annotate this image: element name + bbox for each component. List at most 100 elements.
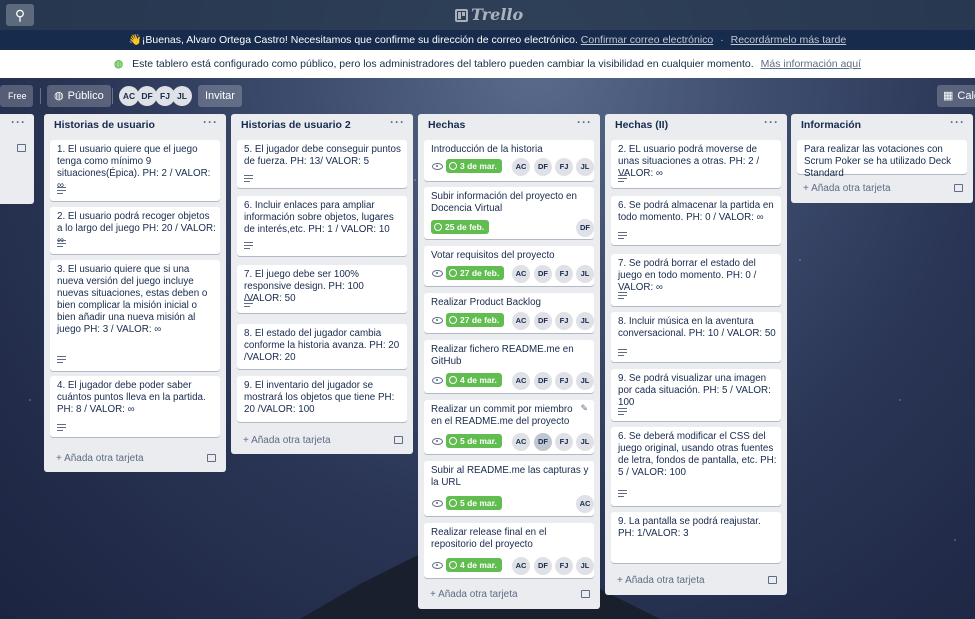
- card[interactable]: 3. El usuario quiere que si una nueva ve…: [50, 260, 220, 371]
- card[interactable]: 6. Se deberá modificar el CSS del juego …: [611, 427, 781, 506]
- list-header[interactable]: Hechas ···: [418, 114, 600, 136]
- card-member-avatar[interactable]: AC: [512, 312, 530, 330]
- card-member-avatar[interactable]: AC: [512, 158, 530, 176]
- card-member-avatar[interactable]: FJ: [555, 557, 573, 575]
- invite-button[interactable]: Invitar: [198, 85, 242, 107]
- card[interactable]: 7. Se podrá borrar el estado del juego e…: [611, 254, 781, 306]
- card-member-avatar[interactable]: JL: [576, 265, 594, 283]
- card-template-icon[interactable]: [17, 144, 26, 152]
- due-date-badge[interactable]: 3 de mar.: [446, 159, 502, 173]
- card[interactable]: Subir al README.me las capturas y la URL…: [424, 461, 594, 516]
- due-date-badge[interactable]: 27 de feb.: [446, 313, 505, 327]
- edit-pencil-icon[interactable]: ✎: [580, 403, 588, 414]
- due-date-badge[interactable]: 5 de mar.: [446, 434, 502, 448]
- card-member-avatar[interactable]: AC: [512, 557, 530, 575]
- card-member-avatar[interactable]: FJ: [555, 265, 573, 283]
- card[interactable]: 9. Se podrá visualizar una imagen por ca…: [611, 369, 781, 421]
- due-date-badge[interactable]: 25 de feb.: [431, 220, 490, 234]
- card[interactable]: 6. Se podrá almacenar la partida en todo…: [611, 196, 781, 245]
- card[interactable]: Subir información del proyecto en Docenc…: [424, 187, 594, 239]
- add-card-button[interactable]: + Añada otra tarjeta: [430, 589, 518, 600]
- card-member-avatar[interactable]: FJ: [555, 433, 573, 451]
- add-card-button[interactable]: + Añada otra tarjeta: [243, 435, 331, 446]
- search-button[interactable]: ⚲: [6, 4, 34, 26]
- list-header[interactable]: Historias de usuario 2 ···: [231, 114, 413, 136]
- member-avatar[interactable]: DF: [137, 86, 157, 106]
- card-member-avatar[interactable]: FJ: [555, 312, 573, 330]
- list-menu-button[interactable]: ···: [764, 115, 779, 129]
- list-menu-button[interactable]: ···: [390, 115, 405, 129]
- list-menu-button[interactable]: ···: [577, 115, 592, 129]
- more-info-link[interactable]: Más información aquí: [761, 58, 861, 70]
- plan-badge[interactable]: Free: [0, 85, 33, 107]
- card[interactable]: 8. Incluir música en la aventura convers…: [611, 312, 781, 362]
- card-member-avatar[interactable]: DF: [534, 265, 552, 283]
- watch-icon: [432, 500, 443, 507]
- card-member-avatar[interactable]: FJ: [555, 158, 573, 176]
- list-title[interactable]: Historias de usuario: [54, 119, 155, 131]
- card-member-avatar[interactable]: DF: [534, 372, 552, 390]
- card-member-avatar[interactable]: DF: [534, 158, 552, 176]
- card-member-avatar[interactable]: JL: [576, 158, 594, 176]
- card-member-avatar[interactable]: JL: [576, 372, 594, 390]
- list-header[interactable]: Hechas (II) ···: [605, 114, 787, 136]
- list-title[interactable]: Información: [801, 119, 861, 131]
- card[interactable]: 8. El estado del jugador cambia conforme…: [237, 324, 407, 369]
- card[interactable]: 9. El inventario del jugador se mostrará…: [237, 376, 407, 422]
- card[interactable]: Realizar release final en el repositorio…: [424, 523, 594, 578]
- card[interactable]: Introducción de la historia 3 de mar. AC…: [424, 140, 594, 181]
- add-card-button[interactable]: + Añada otra tarjeta: [56, 453, 144, 464]
- card[interactable]: 9. La pantalla se podrá reajustar. PH: 1…: [611, 512, 781, 563]
- card[interactable]: 7. El juego debe ser 100% responsive des…: [237, 265, 407, 313]
- card-member-avatar[interactable]: AC: [512, 433, 530, 451]
- list-menu-button[interactable]: ···: [203, 115, 218, 129]
- card-template-icon[interactable]: [768, 576, 777, 584]
- remind-later-link[interactable]: Recordármelo más tarde: [731, 34, 847, 46]
- card-template-icon[interactable]: [581, 590, 590, 598]
- list-menu-button[interactable]: ···: [11, 115, 26, 129]
- due-date-badge[interactable]: 4 de mar.: [446, 558, 502, 572]
- card-member-avatar[interactable]: JL: [576, 557, 594, 575]
- card[interactable]: 2. EL usuario podrá moverse de unas situ…: [611, 140, 781, 188]
- card[interactable]: 2. El usuario podrá recoger objetos a lo…: [50, 207, 220, 254]
- list-title[interactable]: Hechas (II): [615, 119, 668, 131]
- card-member-avatar[interactable]: AC: [576, 495, 594, 513]
- card[interactable]: 5. El jugador debe conseguir puntos de f…: [237, 140, 407, 188]
- card[interactable]: Votar requisitos del proyecto 27 de feb.…: [424, 246, 594, 286]
- calendar-button[interactable]: ▦Cale: [937, 85, 975, 107]
- add-card-button[interactable]: + Añada otra tarjeta: [803, 183, 891, 194]
- card-template-icon[interactable]: [207, 454, 216, 462]
- list-menu-button[interactable]: ···: [950, 115, 965, 129]
- card-template-icon[interactable]: [954, 184, 963, 192]
- card[interactable]: Realizar fichero README.me en GitHub 4 d…: [424, 340, 594, 393]
- card-member-avatar[interactable]: DF: [534, 557, 552, 575]
- list-header[interactable]: Historias de usuario ···: [44, 114, 226, 136]
- list-header[interactable]: Información ···: [791, 114, 973, 136]
- card-member-avatar[interactable]: DF: [534, 312, 552, 330]
- card[interactable]: 4. El jugador debe poder saber cuántos p…: [50, 376, 220, 437]
- card-member-avatar[interactable]: FJ: [555, 372, 573, 390]
- member-avatar[interactable]: JL: [172, 86, 192, 106]
- trello-logo[interactable]: Trello: [455, 5, 523, 25]
- card-member-avatar[interactable]: AC: [512, 372, 530, 390]
- card[interactable]: 6. Incluir enlaces para ampliar informac…: [237, 196, 407, 256]
- confirm-email-link[interactable]: Confirmar correo electrónico: [581, 34, 713, 46]
- add-card-button[interactable]: + Añada otra tarjeta: [617, 575, 705, 586]
- due-date-badge[interactable]: 27 de feb.: [446, 266, 505, 280]
- card-member-avatar[interactable]: DF: [576, 219, 594, 237]
- due-date-badge[interactable]: 4 de mar.: [446, 373, 502, 387]
- visibility-button[interactable]: ◍ Público: [47, 85, 111, 107]
- list-title[interactable]: Hechas: [428, 119, 465, 131]
- card[interactable]: Para realizar las votaciones con Scrum P…: [797, 140, 967, 179]
- member-avatar[interactable]: AC: [119, 86, 139, 106]
- card-template-icon[interactable]: [394, 436, 403, 444]
- list-title[interactable]: Historias de usuario 2: [241, 119, 351, 131]
- due-date-badge[interactable]: 5 de mar.: [446, 496, 502, 510]
- card-member-avatar[interactable]: JL: [576, 433, 594, 451]
- card-member-avatar[interactable]: AC: [512, 265, 530, 283]
- card[interactable]: Realizar Product Backlog 27 de feb. AC D…: [424, 293, 594, 333]
- card[interactable]: Realizar un commit por miembro en el REA…: [424, 400, 594, 454]
- card-member-avatar[interactable]: DF: [534, 433, 552, 451]
- card-member-avatar[interactable]: JL: [576, 312, 594, 330]
- card[interactable]: 1. El usuario quiere que el juego tenga …: [50, 140, 220, 201]
